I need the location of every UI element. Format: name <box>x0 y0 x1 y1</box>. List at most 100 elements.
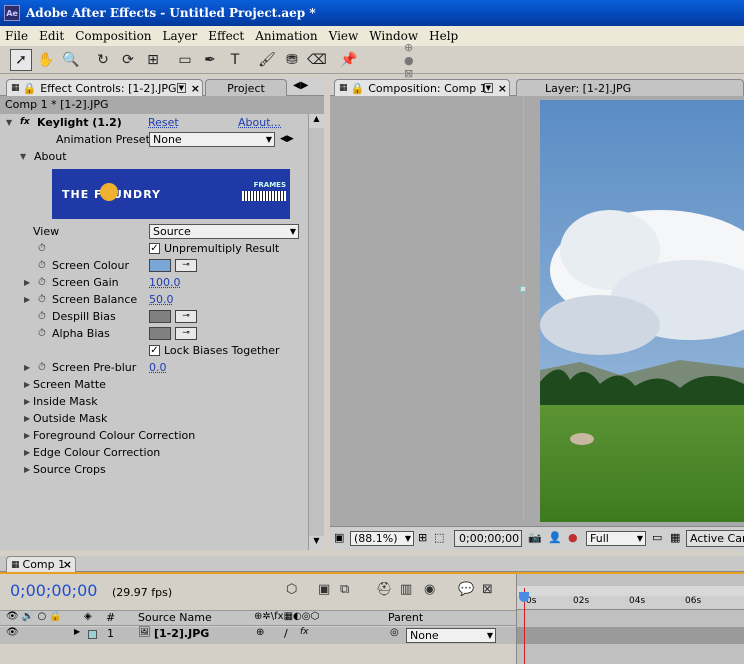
draft-3d-icon[interactable]: ⧉ <box>340 582 349 597</box>
stopwatch-icon[interactable]: ⏱ <box>38 362 46 373</box>
channel-icon[interactable]: ● <box>568 531 578 544</box>
tab-timeline-comp[interactable]: ▦ Comp 1 × <box>6 556 76 572</box>
stopwatch-icon[interactable]: ⏱ <box>38 328 46 339</box>
tab-project[interactable]: Project <box>205 79 287 96</box>
group-row[interactable]: ▶ Source Crops <box>4 461 306 478</box>
screen-colour-swatch[interactable] <box>149 259 171 272</box>
current-time-field[interactable]: 0;00;00;00 <box>454 530 522 547</box>
menu-composition[interactable]: Composition <box>70 29 157 43</box>
expand-triangle-icon[interactable]: ▶ <box>24 278 30 287</box>
tab-effect-controls[interactable]: ▦ 🔒 Effect Controls: [1-2].JPG ▼ × <box>6 79 203 96</box>
parent-dropdown[interactable]: None <box>406 628 496 643</box>
show-snapshot-icon[interactable]: 👤 <box>548 531 562 544</box>
eyedropper-icon[interactable]: ⊸ <box>175 259 197 272</box>
menu-view[interactable]: View <box>324 29 365 43</box>
visibility-header-icon[interactable]: 👁 🔊 ○ 🔒 <box>6 611 62 622</box>
screen-balance-value[interactable]: 50.0 <box>149 293 174 306</box>
live-update-icon[interactable]: ▣ <box>318 582 330 597</box>
stopwatch-icon[interactable]: ⏱ <box>38 243 46 254</box>
eye-icon[interactable]: 👁 <box>6 627 19 638</box>
comp-mini-flowchart-icon[interactable]: ⬡ <box>286 582 297 597</box>
reset-link[interactable]: Reset <box>148 116 179 129</box>
expand-triangle-icon[interactable]: ▶ <box>24 380 30 389</box>
camera-dropdown[interactable]: Active Cam <box>686 530 744 547</box>
region-interest-icon[interactable]: ▭ <box>652 531 662 544</box>
col-source-name[interactable]: Source Name <box>138 611 212 624</box>
text-tool-icon[interactable]: T <box>224 49 246 71</box>
preset-nav-icon[interactable]: ◀▶ <box>280 134 294 144</box>
tab-dropdown-icon[interactable]: ▼ <box>483 83 493 93</box>
fx-icon[interactable]: fx <box>20 117 30 127</box>
expand-triangle-icon[interactable]: ▶ <box>74 627 80 636</box>
group-row[interactable]: ▶ Screen Matte <box>4 376 306 393</box>
menu-file[interactable]: File <box>0 29 34 43</box>
switches-header-icon[interactable]: ⊕✲\fx▦◐◎⬡ <box>254 611 319 622</box>
pick-whip-icon[interactable]: ◎ <box>390 627 399 638</box>
work-area-bar[interactable] <box>517 586 744 596</box>
expand-triangle-icon[interactable]: ▶ <box>24 414 30 423</box>
time-graph[interactable]: 0s 02s 04s 06s <box>516 574 744 664</box>
resolution-dropdown[interactable]: Full <box>586 531 646 546</box>
lock-biases-checkbox[interactable]: ✓ <box>149 345 160 356</box>
alpha-bias-swatch[interactable] <box>149 327 171 340</box>
pre-blur-value[interactable]: 0.0 <box>149 361 167 374</box>
always-preview-icon[interactable]: ▣ <box>334 531 344 544</box>
transparency-grid-icon[interactable]: ▦ <box>670 531 680 544</box>
pen-tool-icon[interactable]: ✒ <box>199 49 221 71</box>
brush-tool-icon[interactable]: 🖌 <box>256 49 278 71</box>
rotate-tool-icon[interactable]: ↻ <box>92 49 114 71</box>
snapshot-icon[interactable]: 📷 <box>528 531 542 544</box>
close-icon[interactable]: × <box>191 82 200 95</box>
zoom-tool-icon[interactable]: 🔍 <box>60 49 82 71</box>
mask-view-icon[interactable]: ⬚ <box>434 531 444 544</box>
group-row[interactable]: ▶ Foreground Colour Correction <box>4 427 306 444</box>
eyedropper-icon[interactable]: ⊸ <box>175 327 197 340</box>
group-row[interactable]: ▶ Outside Mask <box>4 410 306 427</box>
presets-dropdown[interactable]: None <box>149 131 275 147</box>
expand-triangle-icon[interactable]: ▼ <box>6 118 12 127</box>
expand-triangle-icon[interactable]: ▶ <box>24 295 30 304</box>
zoom-dropdown[interactable]: (88.1%) <box>350 531 414 546</box>
collapse-switch-icon[interactable]: ⊕ <box>256 627 264 638</box>
expand-triangle-icon[interactable]: ▶ <box>24 431 30 440</box>
menu-help[interactable]: Help <box>424 29 464 43</box>
scroll-down-icon[interactable]: ▼ <box>309 536 324 550</box>
stopwatch-icon[interactable]: ⏱ <box>38 311 46 322</box>
about-link[interactable]: About... <box>238 116 281 129</box>
quality-switch-icon[interactable]: / <box>284 627 288 640</box>
hide-shy-icon[interactable]: ⛑ <box>376 582 393 597</box>
playhead-icon[interactable] <box>519 592 529 602</box>
unpremult-checkbox[interactable]: ✓ <box>149 243 160 254</box>
frame-blending-icon[interactable]: ▥ <box>400 582 412 597</box>
eyedropper-icon[interactable]: ⊸ <box>175 310 197 323</box>
layer-row[interactable]: 👁 ▶ 1 🖼 [1-2].JPG ⊕ / fx ◎ None <box>0 627 516 644</box>
composition-viewer[interactable] <box>540 100 744 522</box>
view-dropdown[interactable]: Source <box>149 223 299 239</box>
puppet-pin-icon[interactable]: 📌 <box>338 49 360 71</box>
motion-blur-icon[interactable]: ◉ <box>424 582 435 597</box>
group-row[interactable]: ▶ Inside Mask <box>4 393 306 410</box>
selection-tool-icon[interactable]: ➚ <box>10 49 32 71</box>
orbit-camera-icon[interactable]: ⟳ <box>117 49 139 71</box>
layer-duration-bar[interactable] <box>517 627 744 644</box>
graph-editor-icon[interactable]: ⊠ <box>482 582 493 597</box>
despill-bias-swatch[interactable] <box>149 310 171 323</box>
menu-animation[interactable]: Animation <box>250 29 323 43</box>
hand-tool-icon[interactable]: ✋ <box>35 49 57 71</box>
layer-name[interactable]: [1-2].JPG <box>154 627 209 640</box>
brainstorm-icon[interactable]: 💬 <box>458 582 474 597</box>
menu-effect[interactable]: Effect <box>203 29 250 43</box>
label-header-icon[interactable]: ◈ <box>84 611 92 622</box>
fx-switch-icon[interactable]: fx <box>300 627 309 637</box>
expand-triangle-icon[interactable]: ▶ <box>24 363 30 372</box>
stopwatch-icon[interactable]: ⏱ <box>38 277 46 288</box>
timeline-timecode[interactable]: 0;00;00;00 <box>10 581 97 600</box>
time-ruler[interactable]: 0s 02s 04s 06s <box>517 596 744 610</box>
tab-dropdown-icon[interactable]: ▼ <box>176 83 186 93</box>
layer-handle[interactable] <box>520 286 526 292</box>
eraser-tool-icon[interactable]: ⌫ <box>306 49 328 71</box>
panel-menu-icon[interactable]: ◀▶ <box>293 80 308 91</box>
screen-gain-value[interactable]: 100.0 <box>149 276 181 289</box>
expand-triangle-icon[interactable]: ▶ <box>24 465 30 474</box>
expand-triangle-icon[interactable]: ▼ <box>20 152 26 161</box>
